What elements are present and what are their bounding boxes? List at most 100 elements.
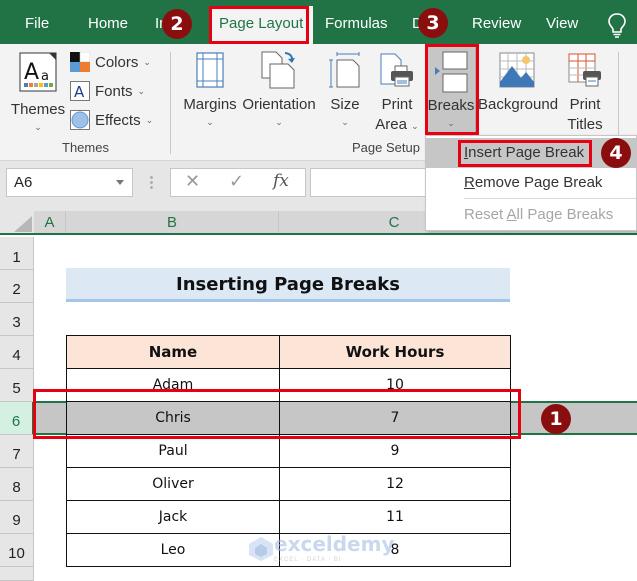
breaks-label: Breaks bbox=[427, 97, 475, 114]
watermark-tagline: EXCEL · DATA · BI bbox=[274, 557, 342, 563]
page-setup-group-label: Page Setup bbox=[352, 140, 420, 155]
tab-file[interactable]: File bbox=[25, 0, 49, 44]
chevron-down-icon: ⌄ bbox=[34, 122, 42, 132]
breaks-icon bbox=[435, 51, 468, 93]
size-label: Size bbox=[330, 96, 360, 113]
colors-button[interactable]: Colors ⌄ bbox=[70, 52, 151, 72]
table-row: Oliver 12 bbox=[66, 467, 511, 501]
tab-review[interactable]: Review bbox=[472, 0, 521, 44]
orientation-button[interactable]: Orientation ⌄ bbox=[240, 50, 318, 129]
svg-text:A: A bbox=[24, 60, 39, 85]
tab-page-layout[interactable]: Page Layout bbox=[209, 6, 314, 44]
step-badge-1: 1 bbox=[541, 404, 571, 434]
background-icon bbox=[499, 52, 535, 88]
svg-text:a: a bbox=[41, 69, 49, 84]
menu-item-remove-page-break[interactable]: Remove Page Break bbox=[426, 168, 636, 198]
cell-name[interactable]: Adam bbox=[66, 368, 280, 402]
table-row: Paul 9 bbox=[66, 434, 511, 468]
colors-label: Colors bbox=[95, 53, 139, 71]
print-area-button[interactable]: Print Area ⌄ bbox=[372, 52, 422, 136]
size-button[interactable]: Size ⌄ bbox=[324, 52, 366, 129]
formula-input[interactable] bbox=[310, 168, 428, 197]
cell-hours[interactable]: 7 bbox=[279, 401, 511, 435]
resize-handle[interactable] bbox=[150, 175, 153, 191]
step-badge-2: 2 bbox=[162, 9, 192, 39]
table-header-row: Name Work Hours bbox=[66, 335, 511, 369]
colors-icon bbox=[70, 52, 90, 72]
effects-icon bbox=[70, 110, 90, 130]
table-row: Jack 11 bbox=[66, 500, 511, 534]
row-header-1[interactable]: 1 bbox=[0, 237, 34, 270]
cell-hours[interactable]: 10 bbox=[279, 368, 511, 402]
margins-icon bbox=[196, 52, 224, 88]
cell-name[interactable]: Oliver bbox=[66, 467, 280, 501]
column-header-a[interactable]: A bbox=[34, 211, 66, 233]
exceldemy-watermark: exceldemy EXCEL · DATA · BI bbox=[248, 534, 395, 563]
fonts-label: Fonts bbox=[95, 82, 133, 100]
tab-view[interactable]: View bbox=[546, 0, 578, 44]
name-box[interactable]: A6 bbox=[6, 168, 133, 197]
row-header-2[interactable]: 2 bbox=[0, 270, 34, 303]
cancel-icon[interactable]: ✕ bbox=[185, 171, 200, 192]
chevron-down-icon: ⌄ bbox=[447, 118, 455, 128]
step-badge-4: 4 bbox=[601, 138, 631, 168]
breaks-button[interactable]: Breaks ⌄ bbox=[426, 46, 476, 134]
print-titles-icon bbox=[568, 53, 601, 87]
row-header-8[interactable]: 8 bbox=[0, 468, 34, 501]
row-header-3[interactable]: 3 bbox=[0, 303, 34, 336]
table-row: Adam 10 bbox=[66, 368, 511, 402]
chevron-down-icon: ⌄ bbox=[137, 85, 146, 96]
row-header-11[interactable] bbox=[0, 567, 34, 581]
lightbulb-icon[interactable] bbox=[606, 12, 628, 38]
row-header-5[interactable]: 5 bbox=[0, 369, 34, 402]
themes-button[interactable]: A a Themes ⌄ bbox=[10, 52, 66, 134]
fonts-icon: A bbox=[70, 81, 90, 101]
print-area-icon bbox=[380, 53, 413, 87]
group-separator bbox=[170, 52, 171, 154]
margins-button[interactable]: Margins ⌄ bbox=[182, 52, 238, 129]
chevron-down-icon: ⌄ bbox=[275, 117, 283, 127]
exceldemy-logo-icon bbox=[249, 536, 273, 561]
formula-buttons: ✕ ✓ fx bbox=[170, 168, 306, 197]
row-header-9[interactable]: 9 bbox=[0, 501, 34, 534]
row-header-10[interactable]: 10 bbox=[0, 534, 34, 567]
cell-hours[interactable]: 11 bbox=[279, 500, 511, 534]
chevron-down-icon: ⌄ bbox=[206, 117, 214, 127]
print-titles-label-2: Titles bbox=[567, 116, 603, 133]
enter-icon[interactable]: ✓ bbox=[229, 171, 244, 192]
insert-function-icon[interactable]: fx bbox=[273, 171, 289, 191]
step-badge-3: 3 bbox=[418, 8, 448, 38]
header-work-hours[interactable]: Work Hours bbox=[279, 335, 511, 369]
select-all-corner[interactable] bbox=[14, 216, 32, 232]
cell-name[interactable]: Chris bbox=[66, 401, 280, 435]
cell-name[interactable]: Paul bbox=[66, 434, 280, 468]
svg-text:A: A bbox=[74, 83, 85, 101]
themes-label: Themes bbox=[10, 101, 66, 118]
name-box-value: A6 bbox=[14, 174, 33, 191]
themes-icon: A a bbox=[19, 52, 57, 92]
tab-formulas[interactable]: Formulas bbox=[325, 0, 388, 44]
row-header-6[interactable]: 6 bbox=[0, 402, 34, 435]
tab-home[interactable]: Home bbox=[88, 0, 128, 44]
orientation-label: Orientation bbox=[242, 96, 316, 113]
print-area-label-1: Print bbox=[381, 96, 413, 113]
cell-name[interactable]: Jack bbox=[66, 500, 280, 534]
cell-hours[interactable]: 12 bbox=[279, 467, 511, 501]
sheet-title-cell[interactable]: Inserting Page Breaks bbox=[66, 268, 510, 302]
dropdown-arrow-icon[interactable] bbox=[116, 180, 124, 185]
chevron-down-icon: ⌄ bbox=[341, 117, 349, 127]
row-header-4[interactable]: 4 bbox=[0, 336, 34, 369]
table-row-selected: Chris 7 bbox=[66, 401, 511, 435]
menu-item-reset-all-page-breaks: Reset All Page Breaks bbox=[464, 206, 614, 223]
cell-hours[interactable]: 9 bbox=[279, 434, 511, 468]
header-name[interactable]: Name bbox=[66, 335, 280, 369]
margins-label: Margins bbox=[183, 96, 237, 113]
fonts-button[interactable]: A Fonts ⌄ bbox=[70, 81, 145, 101]
watermark-name: exceldemy bbox=[274, 532, 395, 556]
effects-button[interactable]: Effects ⌄ bbox=[70, 110, 153, 130]
print-titles-button[interactable]: Print Titles bbox=[560, 52, 610, 135]
themes-group-label: Themes bbox=[62, 140, 109, 155]
column-header-b[interactable]: B bbox=[66, 211, 279, 233]
background-button[interactable]: Background bbox=[478, 52, 558, 115]
row-header-7[interactable]: 7 bbox=[0, 435, 34, 468]
